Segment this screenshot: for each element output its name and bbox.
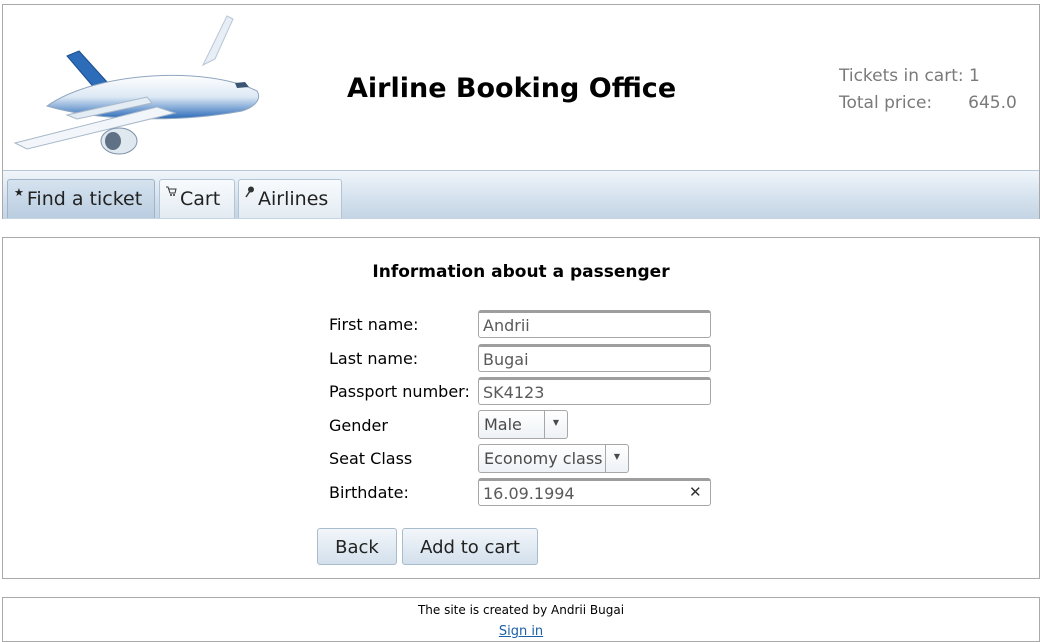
site-title: Airline Booking Office (347, 73, 677, 104)
clear-icon[interactable]: ✕ (689, 483, 702, 501)
first-name-label: First name: (329, 315, 419, 334)
add-to-cart-button[interactable]: Add to cart (402, 528, 538, 565)
form-title: Information about a passenger (372, 262, 670, 282)
airplane-logo (13, 15, 260, 155)
star-icon: ★ (14, 186, 24, 199)
pin-icon (245, 186, 254, 198)
gender-value: Male (484, 415, 522, 434)
tab-bar: ★ Find a ticket Cart Airlines (3, 170, 1039, 219)
tickets-count: 1 (969, 66, 980, 86)
sign-in-link[interactable]: Sign in (3, 624, 1039, 639)
footer: The site is created by Andrii Bugai Sign… (2, 597, 1040, 642)
seat-class-value: Economy class (484, 449, 603, 468)
first-name-input[interactable] (478, 310, 711, 338)
tab-label: Cart (180, 187, 221, 210)
tickets-in-cart: Tickets in cart: 1 (839, 63, 1017, 90)
cart-icon (166, 186, 177, 196)
chevron-down-icon[interactable]: ▼ (605, 445, 628, 472)
tab-label: Airlines (258, 187, 329, 210)
back-button[interactable]: Back (317, 528, 397, 565)
cart-summary: Tickets in cart: 1 Total price: 645.0 (839, 63, 1017, 117)
tab-find-ticket[interactable]: ★ Find a ticket (7, 179, 155, 218)
seat-class-select[interactable]: Economy class ▼ (478, 444, 629, 473)
price-label: Total price: (839, 93, 933, 113)
tab-airlines[interactable]: Airlines (238, 179, 342, 218)
chevron-down-icon[interactable]: ▼ (544, 411, 567, 438)
seat-class-label: Seat Class (329, 449, 413, 468)
tickets-label: Tickets in cart: (839, 66, 964, 86)
passport-input[interactable] (478, 377, 711, 405)
last-name-label: Last name: (329, 349, 419, 368)
total-price: Total price: 645.0 (839, 90, 1017, 117)
passport-label: Passport number: (329, 382, 470, 401)
last-name-input[interactable] (478, 344, 711, 372)
header-panel: Airline Booking Office Tickets in cart: … (2, 4, 1040, 219)
passenger-form-panel: Information about a passenger First name… (2, 237, 1040, 579)
site-credit: The site is created by Andrii Bugai (417, 603, 625, 617)
birthdate-input[interactable] (478, 478, 711, 506)
price-value: 645.0 (968, 93, 1017, 113)
tab-cart[interactable]: Cart (159, 179, 235, 218)
tab-label: Find a ticket (26, 187, 143, 210)
gender-label: Gender (329, 416, 388, 435)
gender-select[interactable]: Male ▼ (478, 410, 568, 439)
birthdate-label: Birthdate: (329, 483, 409, 502)
